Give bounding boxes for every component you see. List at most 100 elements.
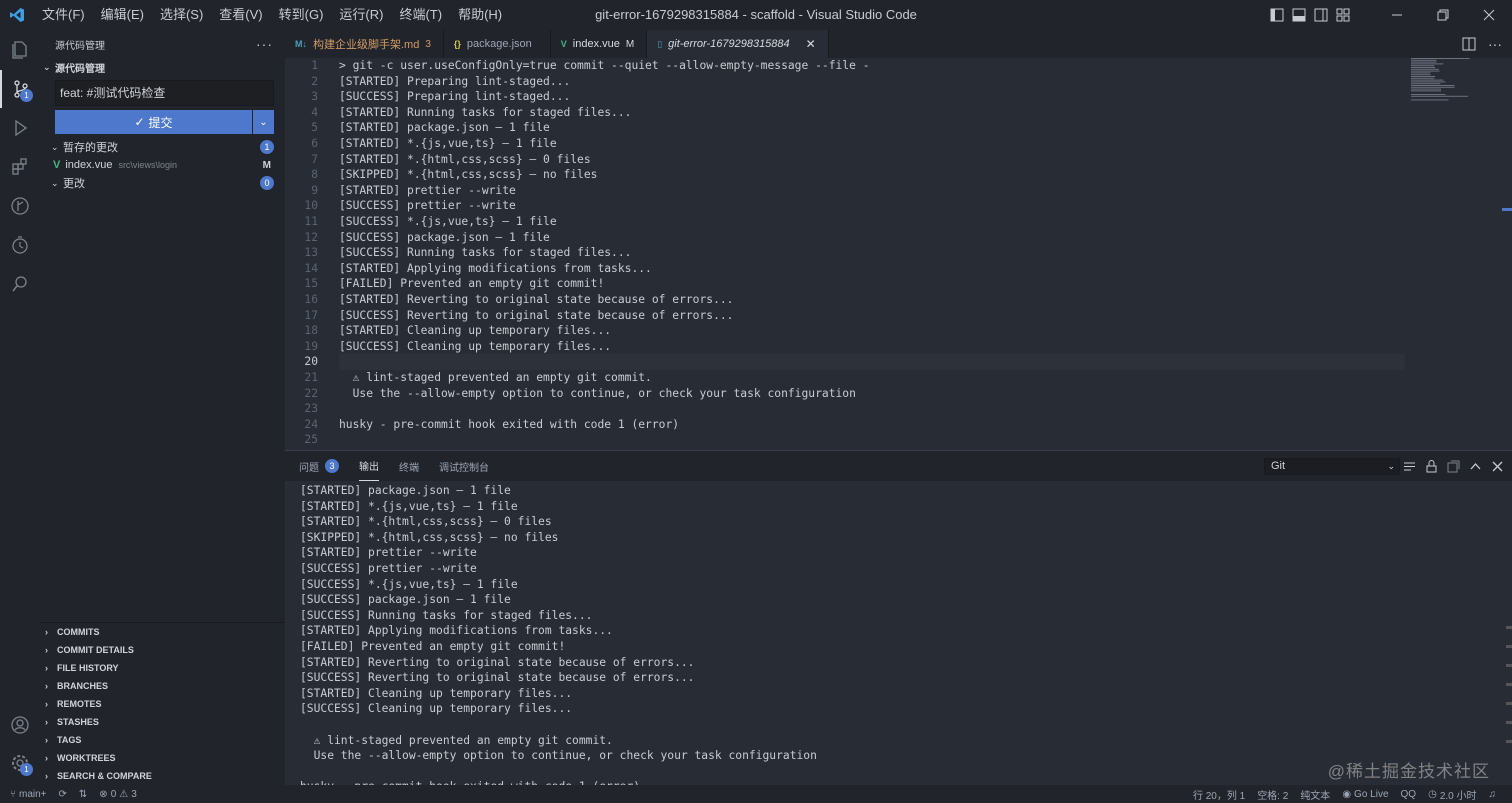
- notifications-icon[interactable]: ♫: [1483, 789, 1503, 800]
- output-channel-select[interactable]: Git ⌄: [1264, 458, 1400, 475]
- panel-tab[interactable]: 终端: [399, 451, 419, 481]
- commit-dropdown-button[interactable]: ⌄: [253, 110, 274, 134]
- panel-tab[interactable]: 问题 3: [299, 451, 339, 481]
- branch-status[interactable]: ⑂ main+: [0, 789, 53, 800]
- gitlens-section-worktrees[interactable]: › WORKTREES: [39, 749, 285, 767]
- editor-tab[interactable]: M↓ 构建企业级脚手架.md 3: [285, 30, 444, 58]
- chevron-right-icon: ›: [45, 663, 48, 673]
- editor-tab[interactable]: Vindex.vue M: [551, 30, 648, 58]
- line-number: 14: [304, 261, 318, 275]
- more-actions-icon[interactable]: ···: [1488, 36, 1502, 52]
- changes-group[interactable]: ⌄ 更改 0: [39, 174, 285, 192]
- minimap-line: [1411, 76, 1435, 77]
- staged-count-badge: 1: [260, 140, 274, 154]
- split-editor-icon[interactable]: [1462, 37, 1476, 51]
- gitlens-section-stashes[interactable]: › STASHES: [39, 713, 285, 731]
- line-number: 13: [304, 246, 318, 260]
- time-tracker[interactable]: ◷ 2.0 小时: [1422, 787, 1482, 802]
- scm-section-header[interactable]: ⌄ 源代码管理: [39, 58, 285, 76]
- line-number: 22: [304, 386, 318, 400]
- editor-tabs: M↓ 构建企业级脚手架.md 3 {} package.json Vindex.vue M ▯…: [285, 30, 1512, 58]
- language-mode[interactable]: 纯文本: [1294, 787, 1336, 802]
- git-graph-icon[interactable]: [0, 187, 39, 225]
- publish-icon[interactable]: ⇅: [73, 789, 93, 800]
- close-panel-icon[interactable]: [1491, 460, 1504, 473]
- modified-status: M: [262, 159, 271, 171]
- menu-item[interactable]: 编辑(E): [93, 0, 152, 30]
- go-live-button[interactable]: ◉ Go Live: [1336, 789, 1394, 800]
- maximize-panel-icon[interactable]: [1469, 460, 1482, 473]
- sync-icon[interactable]: ⟳: [53, 789, 73, 800]
- gitlens-section-commit-details[interactable]: › COMMIT DETAILS: [39, 641, 285, 659]
- close-tab-icon[interactable]: ✕: [806, 37, 816, 51]
- gitlens-section-file-history[interactable]: › FILE HISTORY: [39, 659, 285, 677]
- menu-item[interactable]: 终端(T): [391, 0, 450, 30]
- staged-changes-group[interactable]: ⌄ 暂存的更改 1: [39, 138, 285, 156]
- panel-tab[interactable]: 输出: [359, 451, 379, 481]
- gitlens-section-branches[interactable]: › BRANCHES: [39, 677, 285, 695]
- settings-gear-icon[interactable]: 1: [0, 744, 39, 782]
- editor-scroll-indicator: [1502, 208, 1512, 211]
- commit-message-input[interactable]: feat: #测试代码检查: [55, 80, 274, 106]
- output-view[interactable]: [STARTED] package.json — 1 file [STARTED]…: [285, 481, 1512, 786]
- problems-status[interactable]: ⊗ 0 ⚠ 3: [93, 789, 142, 800]
- output-line: [STARTED] prettier --write: [300, 546, 477, 560]
- timeline-icon[interactable]: [0, 226, 39, 264]
- explorer-icon[interactable]: [0, 30, 39, 68]
- clear-output-icon[interactable]: [1403, 460, 1416, 473]
- gitlens-section-tags[interactable]: › TAGS: [39, 731, 285, 749]
- toggle-sidebar-icon[interactable]: [1266, 0, 1288, 30]
- qq-item[interactable]: QQ: [1395, 789, 1423, 800]
- minimap-line: [1411, 95, 1468, 97]
- source-control-icon[interactable]: 1: [0, 70, 39, 108]
- menu-item[interactable]: 转到(G): [271, 0, 332, 30]
- gitlens-section-commits[interactable]: › COMMITS: [39, 623, 285, 641]
- chevron-right-icon: ›: [45, 753, 48, 763]
- account-icon[interactable]: [0, 706, 39, 744]
- tab-label: 构建企业级脚手架.md: [313, 39, 420, 51]
- gitlens-section-remotes[interactable]: › REMOTES: [39, 695, 285, 713]
- editor-area[interactable]: 1 > git -c user.useConfigOnly=true commit…: [285, 58, 1512, 450]
- menu-item[interactable]: 选择(S): [152, 0, 211, 30]
- output-line: Use the --allow-empty option to continue…: [300, 749, 817, 763]
- minimap[interactable]: [1411, 58, 1501, 108]
- open-in-editor-icon[interactable]: [1447, 460, 1460, 473]
- search-icon[interactable]: [0, 265, 39, 303]
- staged-file-item[interactable]: V index.vue src\views\login M: [39, 156, 285, 174]
- line-number: 2: [311, 74, 318, 88]
- extensions-icon[interactable]: [0, 148, 39, 186]
- commit-button[interactable]: ✓ 提交: [55, 110, 252, 134]
- cursor-position[interactable]: 行 20，列 1: [1187, 787, 1251, 802]
- output-line: [SUCCESS] Running tasks for staged files…: [300, 608, 593, 622]
- minimap-line: [1411, 61, 1437, 63]
- chevron-right-icon: ›: [45, 699, 48, 709]
- menu-item[interactable]: 文件(F): [34, 0, 93, 30]
- code-line: [SUCCESS] *.{js,vue,ts} — 1 file: [339, 215, 557, 228]
- run-debug-icon[interactable]: [0, 109, 39, 147]
- restore-button[interactable]: [1420, 0, 1466, 30]
- minimap-line: [1411, 99, 1449, 101]
- panel-tab[interactable]: 调试控制台: [439, 451, 489, 481]
- minimize-button[interactable]: [1374, 0, 1420, 30]
- indentation[interactable]: 空格: 2: [1251, 787, 1294, 802]
- more-actions-icon[interactable]: ···: [256, 36, 273, 52]
- code-line: [STARTED] Running tasks for staged files…: [339, 105, 632, 119]
- title-bar: 文件(F) 编辑(E) 选择(S) 查看(V) 转到(G) 运行(R) 终端(T) 帮助(H)…: [0, 0, 1512, 30]
- scm-badge: 1: [20, 89, 33, 102]
- customize-layout-icon[interactable]: [1332, 0, 1354, 30]
- menu-item[interactable]: 查看(V): [211, 0, 270, 30]
- editor-tab[interactable]: {} package.json: [444, 30, 551, 58]
- toggle-panel-icon[interactable]: [1288, 0, 1310, 30]
- lock-scroll-icon[interactable]: [1425, 459, 1438, 473]
- source-control-sidebar: 源代码管理 ··· ⌄ 源代码管理 feat: #测试代码检查 ✓ 提交 ⌄ ⌄…: [39, 30, 285, 785]
- menu-item[interactable]: 帮助(H): [450, 0, 510, 30]
- code-line: [STARTED] *.{js,vue,ts} — 1 file: [339, 137, 557, 150]
- toggle-secondary-sidebar-icon[interactable]: [1310, 0, 1332, 30]
- editor-tab[interactable]: ▯ git-error-1679298315884 ✕: [647, 30, 829, 58]
- menu-item[interactable]: 运行(R): [331, 0, 391, 30]
- branch-icon: ⑂: [10, 788, 16, 800]
- output-scrollbar[interactable]: [1506, 626, 1512, 786]
- minimap-line: [1411, 79, 1444, 81]
- close-window-button[interactable]: [1466, 0, 1512, 30]
- gitlens-section-search-compare[interactable]: › SEARCH & COMPARE: [39, 767, 285, 785]
